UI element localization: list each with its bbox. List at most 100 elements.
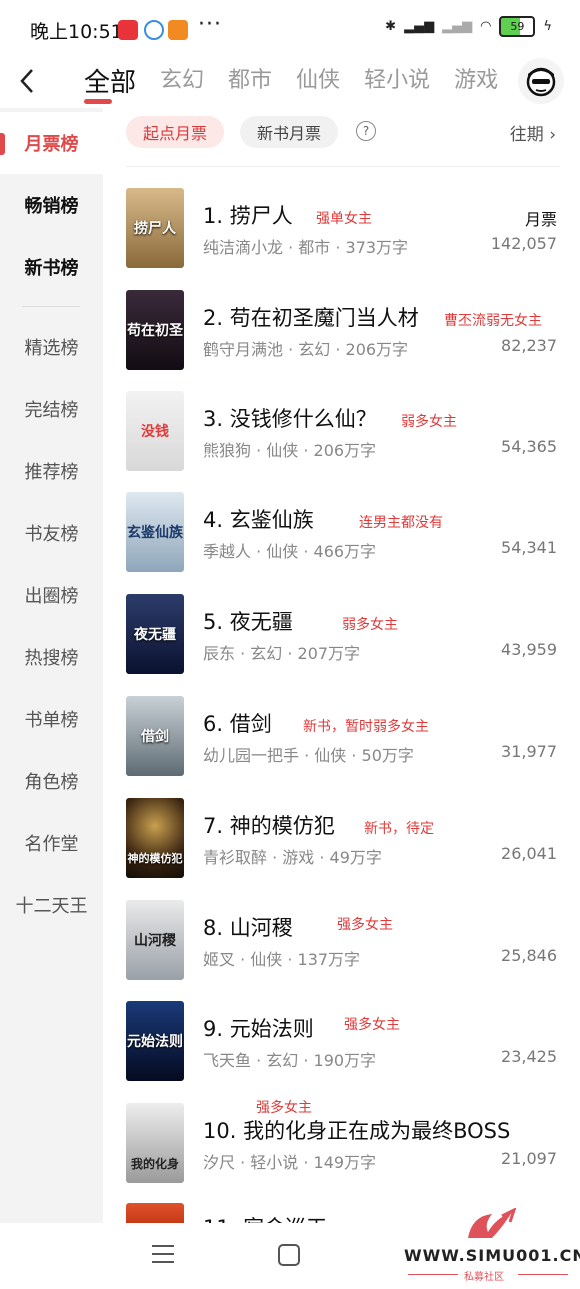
tab-dushi[interactable]: 都市 bbox=[228, 62, 272, 99]
chip-new-book-monthly[interactable]: 新书月票 bbox=[240, 116, 339, 148]
active-tab-indicator bbox=[84, 99, 112, 104]
book-row[interactable]: 神的模仿犯 7. 神的模仿犯 新书，待定 青衫取醉 · 游戏 · 49万字 26… bbox=[126, 798, 560, 878]
book-cover: 我的化身 bbox=[126, 1103, 184, 1183]
book-cover: 借剑 bbox=[126, 696, 184, 776]
tab-xianxia[interactable]: 仙侠 bbox=[296, 62, 340, 99]
book-title: 2. 苟在初圣魔门当人材 bbox=[203, 306, 419, 330]
book-row[interactable]: 夜无疆 5. 夜无疆 弱多女主 辰东 · 玄幻 · 207万字 43,959 bbox=[126, 594, 560, 674]
tab-game[interactable]: 游戏 bbox=[454, 62, 498, 99]
book-cover: 没钱 bbox=[126, 391, 184, 471]
ticket-count: 54,365 bbox=[501, 437, 557, 456]
recent-apps-button[interactable] bbox=[152, 1245, 174, 1263]
book-title: 8. 山河稷 bbox=[203, 916, 293, 940]
cover-title: 捞尸人 bbox=[134, 221, 176, 237]
user-avatar[interactable] bbox=[518, 58, 564, 104]
sidebar-item-completed[interactable]: 完结榜 bbox=[0, 378, 103, 440]
ranking-sidebar: 月票榜 畅销榜 新书榜 精选榜 完结榜 推荐榜 书友榜 出圈榜 热搜榜 书单榜 … bbox=[0, 108, 103, 1223]
avatar-face-icon bbox=[526, 67, 556, 97]
signal-icon: ▂▄▆ bbox=[404, 19, 435, 34]
book-cover: 山河稷 bbox=[126, 900, 184, 980]
cover-title: 神的模仿犯 bbox=[127, 852, 183, 865]
book-row[interactable]: 玄鉴仙族 4. 玄鉴仙族 连男主都没有 季越人 · 仙侠 · 466万字 54,… bbox=[126, 492, 560, 572]
status-bar: 晚上10:51 ··· ✱ ▂▄▆ ▂▄▆ ◠ 59 ϟ bbox=[0, 0, 580, 60]
book-row[interactable]: 山河稷 8. 山河稷 强多女主 姬叉 · 仙侠 · 137万字 25,846 bbox=[126, 900, 560, 980]
ticket-count: 142,057 bbox=[490, 234, 557, 253]
book-row[interactable]: 元始法则 9. 元始法则 强多女主 飞天鱼 · 玄幻 · 190万字 23,42… bbox=[126, 1001, 560, 1081]
tab-label: 全部 bbox=[84, 68, 137, 98]
book-tag: 强多女主 bbox=[256, 1100, 312, 1116]
ticket-count: 25,846 bbox=[501, 946, 557, 965]
watermark-url: WWW.SIMU001.CN bbox=[404, 1246, 580, 1265]
book-tag: 强多女主 bbox=[344, 1017, 400, 1033]
book-row[interactable]: 没钱 3. 没钱修什么仙？ 弱多女主 熊狼狗 · 仙侠 · 206万字 54,3… bbox=[126, 391, 560, 471]
battery-icon: 59 bbox=[499, 16, 536, 37]
past-periods-link[interactable]: 往期 › bbox=[510, 120, 556, 145]
book-title: 1. 捞尸人 bbox=[203, 204, 293, 228]
book-tag: 新书，暂时弱多女主 bbox=[303, 719, 429, 735]
book-title: 3. 没钱修什么仙？ bbox=[203, 407, 377, 431]
sidebar-item-hall-of-fame[interactable]: 名作堂 bbox=[0, 812, 103, 874]
cover-title: 元始法则 bbox=[127, 1034, 183, 1050]
cover-title: 夜无疆 bbox=[134, 627, 176, 643]
book-cover: 捞尸人 bbox=[126, 188, 184, 268]
tab-light-novel[interactable]: 轻小说 bbox=[364, 62, 430, 99]
book-cover: 苟在初圣 bbox=[126, 290, 184, 370]
book-row[interactable]: 我的化身 10. 我的化身正在成为最终BOSS 强多女主 汐尺 · 轻小说 · … bbox=[126, 1100, 560, 1183]
sidebar-item-bestseller[interactable]: 畅销榜 bbox=[0, 174, 103, 236]
book-title: 10. 我的化身正在成为最终BOSS bbox=[203, 1119, 511, 1143]
book-meta: 熊狼狗 · 仙侠 · 206万字 bbox=[203, 441, 377, 460]
book-row[interactable]: 借剑 6. 借剑 新书，暂时弱多女主 幼儿园一把手 · 仙侠 · 50万字 31… bbox=[126, 696, 560, 776]
book-title-partial[interactable]: 11. 宿命巡天 bbox=[203, 1212, 327, 1223]
ticket-count: 23,425 bbox=[501, 1047, 557, 1066]
sidebar-item-characters[interactable]: 角色榜 bbox=[0, 750, 103, 812]
home-button[interactable] bbox=[278, 1244, 300, 1266]
sidebar-item-featured[interactable]: 精选榜 bbox=[0, 316, 103, 378]
bluetooth-icon: ✱ bbox=[385, 19, 397, 34]
book-title: 4. 玄鉴仙族 bbox=[203, 508, 314, 532]
book-row[interactable]: 捞尸人 1. 捞尸人 强单女主 月票 纯洁滴小龙 · 都市 · 373万字 14… bbox=[126, 188, 560, 268]
tab-xuanhuan[interactable]: 玄幻 bbox=[160, 62, 204, 99]
watermark-logo-icon bbox=[468, 1208, 517, 1238]
book-meta: 飞天鱼 · 玄幻 · 190万字 bbox=[203, 1051, 377, 1070]
sidebar-item-new-books[interactable]: 新书榜 bbox=[0, 236, 103, 298]
tab-all[interactable]: 全部 bbox=[84, 62, 137, 104]
sidebar-item-monthly-ticket[interactable]: 月票榜 bbox=[0, 112, 103, 174]
status-icons: ✱ ▂▄▆ ▂▄▆ ◠ 59 ϟ bbox=[385, 16, 552, 37]
signal-2-icon: ▂▄▆ bbox=[442, 19, 473, 34]
sidebar-item-booklist[interactable]: 书单榜 bbox=[0, 688, 103, 750]
book-cover: 夜无疆 bbox=[126, 594, 184, 674]
cover-title: 我的化身 bbox=[130, 1157, 179, 1171]
watermark: WWW.SIMU001.CN 私募社区 bbox=[404, 1208, 580, 1283]
sidebar-item-twelve-kings[interactable]: 十二天王 bbox=[0, 874, 103, 936]
back-button[interactable] bbox=[14, 66, 40, 96]
book-title: 5. 夜无疆 bbox=[203, 610, 293, 634]
book-title: 6. 借剑 bbox=[203, 712, 272, 736]
book-row[interactable]: 苟在初圣 2. 苟在初圣魔门当人材 曹丕流弱无女主 鹤守月满池 · 玄幻 · 2… bbox=[126, 290, 560, 370]
book-meta: 幼儿园一把手 · 仙侠 · 50万字 bbox=[203, 746, 414, 765]
book-meta: 汐尺 · 轻小说 · 149万字 bbox=[203, 1153, 377, 1172]
sub-tabs: 起点月票 新书月票 ? 往期 › bbox=[126, 116, 560, 150]
cover-title: 玄鉴仙族 bbox=[127, 525, 183, 541]
book-tag: 弱多女主 bbox=[401, 414, 457, 430]
help-icon[interactable]: ? bbox=[356, 121, 376, 141]
book-tag: 新书，待定 bbox=[364, 821, 434, 837]
book-meta: 青衫取醉 · 游戏 · 49万字 bbox=[203, 848, 382, 867]
orange-app-icon bbox=[168, 20, 188, 40]
book-cover-partial[interactable] bbox=[126, 1203, 184, 1223]
wifi-icon: ◠ bbox=[480, 19, 492, 34]
sidebar-item-readers[interactable]: 书友榜 bbox=[0, 502, 103, 564]
book-title: 9. 元始法则 bbox=[203, 1017, 314, 1041]
chip-qidian-monthly[interactable]: 起点月票 bbox=[126, 116, 225, 148]
sidebar-item-recommended[interactable]: 推荐榜 bbox=[0, 440, 103, 502]
sidebar-item-hot-search[interactable]: 热搜榜 bbox=[0, 626, 103, 688]
cover-title: 苟在初圣 bbox=[127, 323, 183, 339]
divider bbox=[126, 166, 560, 167]
book-meta: 纯洁滴小龙 · 都市 · 373万字 bbox=[203, 238, 409, 257]
book-tag: 强单女主 bbox=[316, 211, 372, 227]
sidebar-item-breakout[interactable]: 出圈榜 bbox=[0, 564, 103, 626]
charging-icon: ϟ bbox=[543, 19, 552, 34]
ticket-count: 43,959 bbox=[501, 640, 557, 659]
book-tag: 弱多女主 bbox=[342, 617, 398, 633]
ticket-count: 82,237 bbox=[501, 336, 557, 355]
ticket-count: 26,041 bbox=[501, 844, 557, 863]
